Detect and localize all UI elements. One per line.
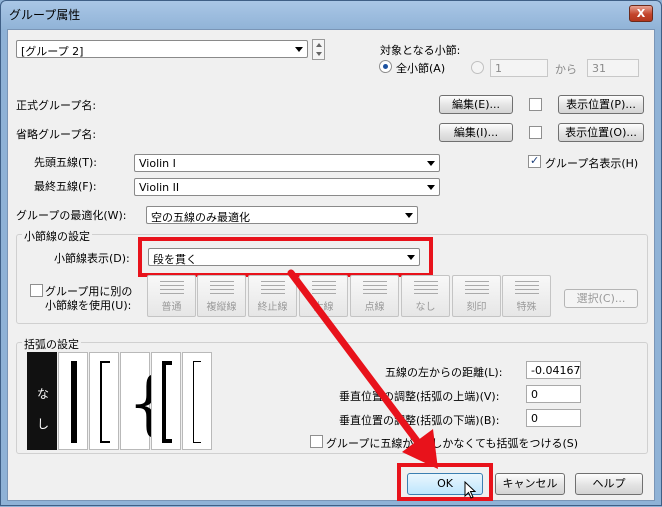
group-attributes-dialog: グループ属性 X [グループ 2] 対象となる小節: 全小節(A) 1 から 3… xyxy=(0,0,662,506)
annotation-arrow xyxy=(287,269,438,469)
